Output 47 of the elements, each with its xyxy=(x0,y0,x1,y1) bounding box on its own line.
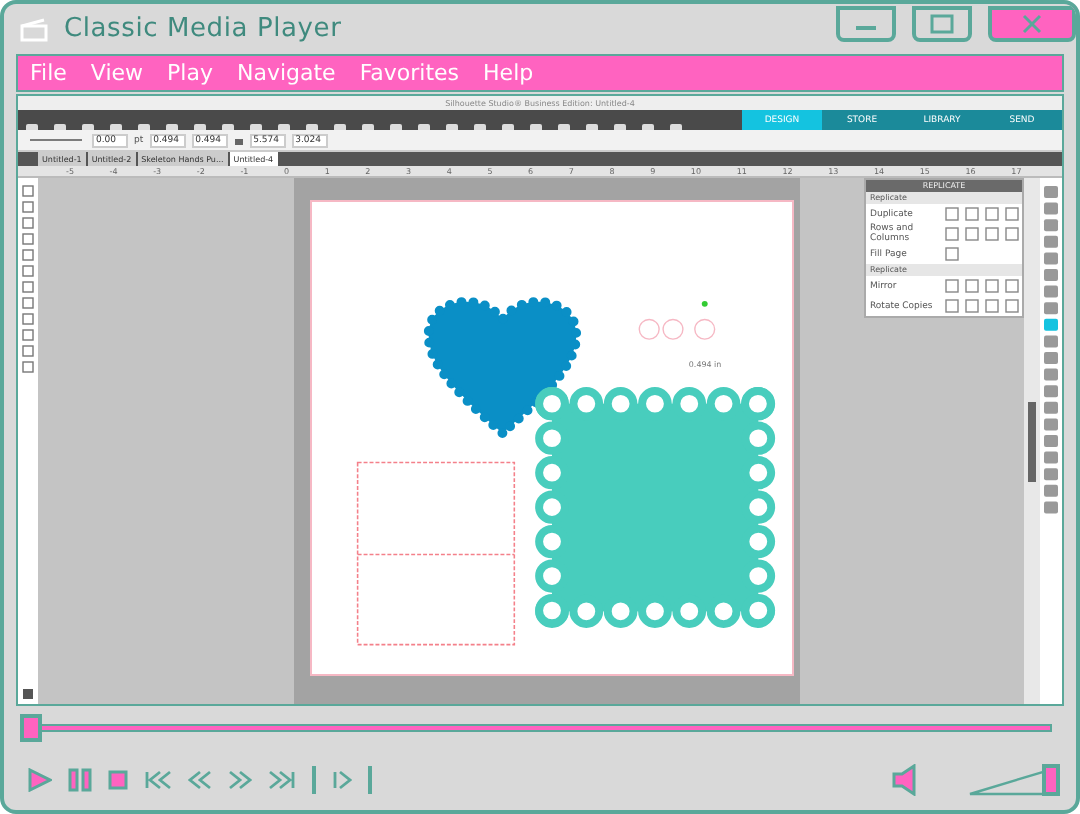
fast-forward-icon xyxy=(228,770,252,790)
option-icons-drawing xyxy=(942,226,1022,242)
option-icons-drawing xyxy=(942,298,1022,314)
next-button[interactable] xyxy=(268,770,296,790)
rotate-handle[interactable] xyxy=(701,300,708,307)
minimize-button[interactable] xyxy=(836,5,896,41)
step-button[interactable] xyxy=(332,770,352,790)
layer-icon xyxy=(22,688,34,700)
play-button[interactable] xyxy=(28,768,52,792)
maximize-icon xyxy=(930,13,954,33)
seek-thumb[interactable] xyxy=(20,714,42,742)
step-forward-icon xyxy=(332,770,352,790)
volume-slider[interactable] xyxy=(968,764,1060,796)
option-icons-drawing xyxy=(942,246,962,262)
line-style-icon xyxy=(26,134,86,146)
volume-thumb[interactable] xyxy=(1042,764,1060,796)
close-icon xyxy=(1020,11,1044,35)
menu-item[interactable]: Play xyxy=(167,60,213,86)
close-button[interactable] xyxy=(988,5,1076,41)
menu-item[interactable]: View xyxy=(90,60,144,86)
rewind-icon xyxy=(188,770,212,790)
menu-item[interactable]: Favorites xyxy=(359,60,460,86)
maximize-button[interactable] xyxy=(912,5,972,41)
scroll-thumb[interactable] xyxy=(1028,401,1036,481)
stop-button[interactable] xyxy=(108,770,128,790)
menu-item[interactable]: Help xyxy=(483,60,534,86)
pause-icon xyxy=(68,768,92,792)
seek-track[interactable] xyxy=(20,714,1052,742)
circle-outlines xyxy=(638,318,716,340)
clapperboard-icon xyxy=(20,17,48,41)
skip-forward-icon xyxy=(268,770,296,790)
pause-button[interactable] xyxy=(68,768,92,792)
skip-back-icon xyxy=(144,770,172,790)
menu-item[interactable]: Navigate xyxy=(236,60,336,86)
mute-button[interactable] xyxy=(892,764,916,796)
scrollbar[interactable] xyxy=(1024,178,1040,704)
lock-icon xyxy=(233,134,244,146)
previous-button[interactable] xyxy=(144,770,172,790)
option-icons-drawing xyxy=(942,206,1022,222)
menu-item[interactable]: File xyxy=(30,60,67,86)
stop-icon xyxy=(108,770,128,790)
option-icons-drawing xyxy=(942,278,1022,294)
window-title: Classic Media Player xyxy=(64,14,344,44)
speaker-icon xyxy=(892,764,916,796)
rewind-button[interactable] xyxy=(188,770,212,790)
fast-forward-button[interactable] xyxy=(228,770,252,790)
play-icon xyxy=(28,768,52,792)
